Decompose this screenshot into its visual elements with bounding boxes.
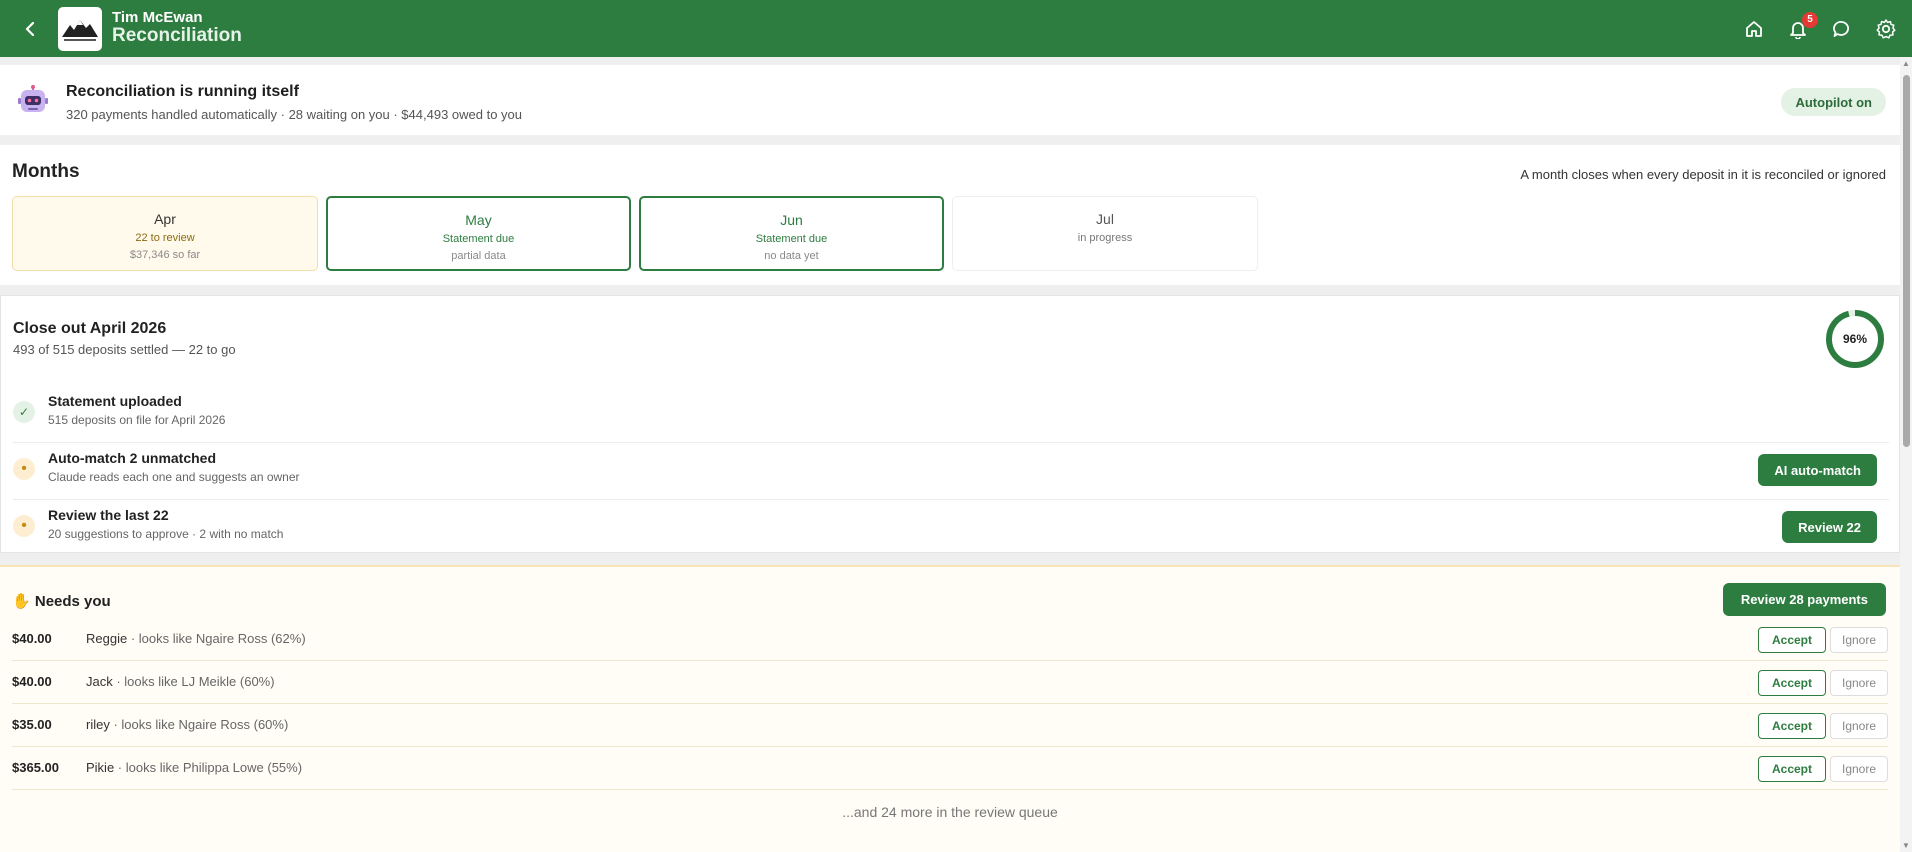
month-status: 22 to review: [135, 232, 195, 244]
month-name: Jun: [780, 212, 803, 228]
raised-hand-icon: ✋: [12, 593, 31, 610]
step-review-last: • Review the last 22 20 suggestions to a…: [13, 500, 1889, 557]
review-22-button[interactable]: Review 22: [1782, 511, 1877, 543]
payment-row: $35.00 riley · looks like Ngaire Ross (6…: [12, 704, 1888, 747]
check-icon: ✓: [13, 401, 35, 423]
payment-amount: $365.00: [12, 760, 59, 775]
autopilot-banner: Reconciliation is running itself 320 pay…: [0, 65, 1900, 135]
payer-name: riley: [86, 717, 110, 732]
months-section: Months A month closes when every deposit…: [0, 145, 1900, 285]
accept-button[interactable]: Accept: [1758, 670, 1826, 696]
scroll-down-icon[interactable]: ▼: [1902, 841, 1910, 850]
step-subtitle: 20 suggestions to approve · 2 with no ma…: [48, 527, 284, 541]
ai-auto-match-button[interactable]: AI auto-match: [1758, 454, 1877, 486]
main-content: Reconciliation is running itself 320 pay…: [0, 57, 1900, 852]
payer-name: Jack: [86, 674, 113, 689]
pending-dot-icon: •: [13, 515, 35, 537]
needs-you-section: ✋ Needs you Review 28 payments $40.00 Re…: [0, 565, 1900, 852]
month-card-jul[interactable]: Jul in progress: [952, 196, 1258, 271]
ignore-button[interactable]: Ignore: [1830, 713, 1888, 739]
match-hint: · looks like Ngaire Ross (60%): [109, 717, 289, 732]
needs-you-title: ✋ Needs you: [12, 592, 111, 610]
month-extra: no data yet: [764, 250, 819, 262]
payment-amount: $35.00: [12, 717, 52, 732]
user-name: Tim McEwan: [112, 8, 203, 26]
close-out-subtitle: 493 of 515 deposits settled — 22 to go: [13, 342, 236, 357]
pending-dot-icon: •: [13, 458, 35, 480]
payment-amount: $40.00: [12, 631, 52, 646]
month-extra: partial data: [451, 250, 506, 262]
payment-description: Pikie · looks like Philippa Lowe (55%): [86, 760, 302, 775]
page-title: Reconciliation: [112, 25, 242, 47]
robot-icon: [18, 85, 48, 117]
needs-you-label: Needs you: [34, 593, 111, 610]
month-card-jun[interactable]: Jun Statement due no data yet: [639, 196, 944, 271]
month-name: Jul: [1096, 211, 1114, 227]
month-status: Statement due: [442, 233, 515, 245]
review-queue-more-link[interactable]: ...and 24 more in the review queue: [0, 804, 1900, 820]
scroll-up-icon[interactable]: ▲: [1902, 59, 1910, 68]
club-logo: [58, 6, 102, 51]
payment-description: Reggie · looks like Ngaire Ross (62%): [86, 631, 306, 646]
bell-icon[interactable]: 5: [1786, 11, 1818, 41]
months-note: A month closes when every deposit in it …: [1520, 167, 1886, 182]
payment-description: riley · looks like Ngaire Ross (60%): [86, 717, 288, 732]
progress-percent: 96%: [1842, 332, 1868, 346]
month-card-apr[interactable]: Apr 22 to review $37,346 so far: [12, 196, 318, 271]
step-title: Statement uploaded: [48, 393, 182, 409]
vertical-scrollbar[interactable]: ▲ ▼: [1900, 57, 1912, 852]
chat-icon[interactable]: [1830, 17, 1854, 41]
step-title: Review the last 22: [48, 507, 169, 523]
step-title: Auto-match 2 unmatched: [48, 450, 217, 466]
back-icon[interactable]: [18, 17, 42, 41]
step-statement-uploaded: ✓ Statement uploaded 515 deposits on fil…: [13, 386, 1889, 443]
step-subtitle: Claude reads each one and suggests an ow…: [48, 470, 300, 484]
payment-amount: $40.00: [12, 674, 52, 689]
gear-icon[interactable]: [1874, 17, 1898, 41]
ignore-button[interactable]: Ignore: [1830, 670, 1888, 696]
month-card-may[interactable]: May Statement due partial data: [326, 196, 631, 271]
review-payments-button[interactable]: Review 28 payments: [1722, 583, 1886, 616]
accept-button[interactable]: Accept: [1758, 713, 1826, 739]
step-auto-match: • Auto-match 2 unmatched Claude reads ea…: [13, 443, 1889, 500]
close-out-section: Close out April 2026 493 of 515 deposits…: [0, 295, 1900, 553]
step-subtitle: 515 deposits on file for April 2026: [48, 413, 226, 427]
match-hint: · looks like LJ Meikle (60%): [112, 674, 275, 689]
month-name: Apr: [154, 211, 176, 227]
home-icon[interactable]: [1742, 17, 1766, 41]
match-hint: · looks like Philippa Lowe (55%): [114, 760, 303, 775]
notification-badge: 5: [1802, 11, 1818, 28]
payment-row: $365.00 Pikie · looks like Philippa Lowe…: [12, 747, 1888, 790]
payer-name: Pikie: [86, 760, 115, 775]
month-status: Statement due: [755, 233, 828, 245]
match-hint: · looks like Ngaire Ross (62%): [127, 631, 306, 646]
ignore-button[interactable]: Ignore: [1830, 756, 1888, 782]
autopilot-status-badge[interactable]: Autopilot on: [1781, 88, 1886, 116]
payment-description: Jack · looks like LJ Meikle (60%): [86, 674, 275, 689]
payment-row: $40.00 Reggie · looks like Ngaire Ross (…: [12, 618, 1888, 661]
close-out-title: Close out April 2026: [13, 320, 167, 337]
ignore-button[interactable]: Ignore: [1830, 627, 1888, 653]
payment-row: $40.00 Jack · looks like LJ Meikle (60%)…: [12, 661, 1888, 704]
accept-button[interactable]: Accept: [1758, 627, 1826, 653]
autopilot-subtitle: 320 payments handled automatically · 28 …: [66, 107, 523, 122]
app-header: Tim McEwan Reconciliation 5: [0, 0, 1912, 57]
month-name: May: [465, 212, 492, 228]
month-extra: $37,346 so far: [129, 249, 201, 261]
months-title: Months: [12, 161, 80, 182]
accept-button[interactable]: Accept: [1758, 756, 1826, 782]
scrollbar-thumb[interactable]: [1903, 75, 1910, 447]
autopilot-title: Reconciliation is running itself: [66, 83, 299, 100]
month-status: in progress: [1077, 232, 1133, 244]
payer-name: Reggie: [86, 631, 128, 646]
